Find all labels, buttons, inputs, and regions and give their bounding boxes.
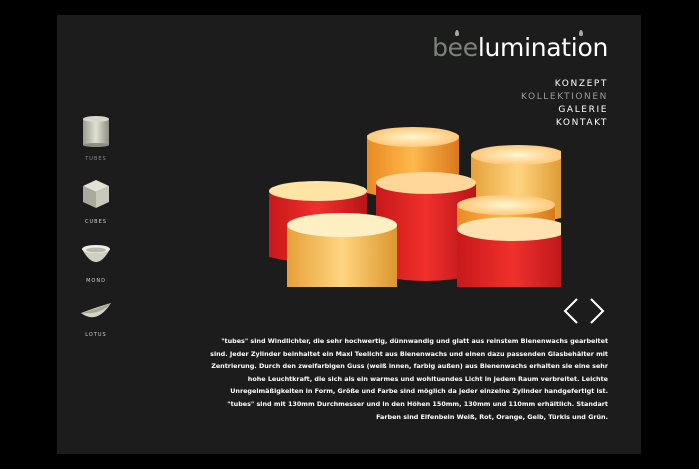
next-arrow-icon[interactable] (590, 298, 605, 324)
nav-item-kollektionen[interactable]: KOLLEKTIONEN (521, 91, 608, 104)
nav-item-konzept[interactable]: KONZEPT (521, 78, 608, 91)
collection-item-mond[interactable]: MOND (79, 241, 113, 284)
collection-item-lotus[interactable]: LOTUS (79, 299, 113, 338)
logo-part-lumination: lumination (477, 33, 608, 62)
collection-label-tubes: TUBES (85, 156, 107, 162)
collection-item-tubes[interactable]: TUBES (79, 115, 113, 162)
cube-icon (83, 180, 109, 208)
collection-item-cubes[interactable]: CUBES (79, 178, 113, 225)
lotus-icon (81, 303, 111, 318)
collection-label-mond: MOND (86, 278, 106, 284)
product-photo (269, 127, 561, 287)
collection-label-lotus: LOTUS (85, 332, 107, 338)
content-panel: beelumination KONZEPT KOLLEKTIONEN GALER… (57, 15, 641, 454)
logo-drop-icon (579, 30, 584, 36)
logo-drop-icon (455, 30, 460, 36)
site-logo[interactable]: beelumination (432, 30, 608, 62)
bowl-icon (82, 245, 110, 262)
gallery-arrows (563, 298, 605, 324)
product-description: "tubes" sind Windlichter, die sehr hochw… (210, 337, 608, 421)
prev-arrow-icon[interactable] (563, 298, 578, 324)
logo-part-bee: bee (432, 33, 478, 62)
tube-icon (83, 116, 109, 147)
collection-label-cubes: CUBES (85, 219, 107, 225)
